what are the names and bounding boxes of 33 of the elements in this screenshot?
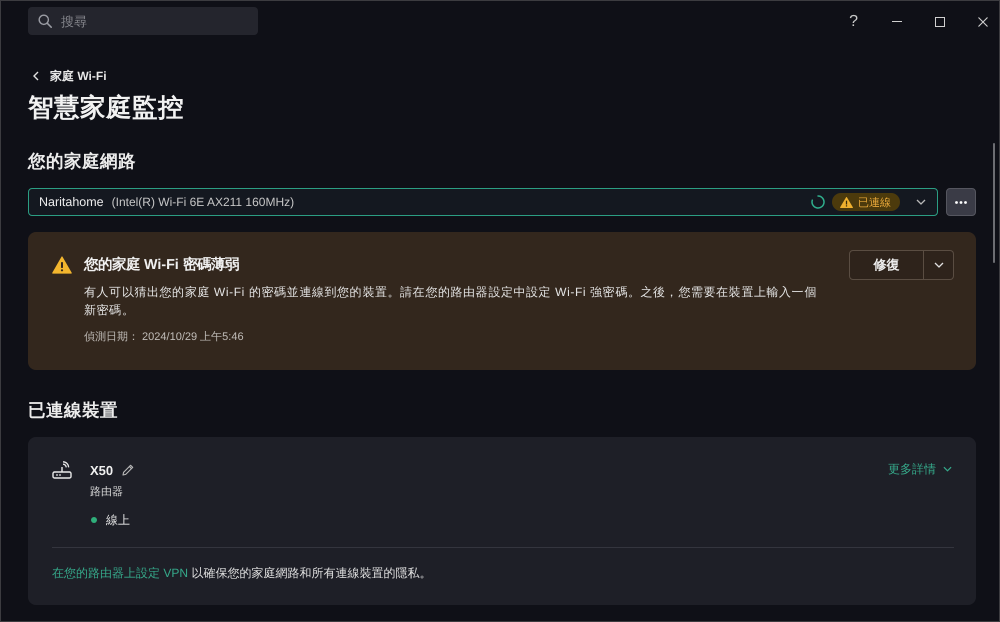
fix-options-button[interactable] (924, 250, 954, 280)
edit-pencil-icon[interactable] (122, 464, 134, 476)
device-name: X50 (90, 462, 114, 478)
caret-icon (943, 466, 952, 472)
fix-button[interactable]: 修復 (849, 250, 924, 280)
connection-status-badge: 已連線 (832, 193, 900, 211)
detection-date: 偵測日期： 2024/10/29 上午5:46 (84, 330, 245, 345)
close-icon[interactable] (978, 16, 988, 26)
caret-icon (916, 199, 926, 205)
breadcrumb-link[interactable]: 家庭 Wi-Fi (50, 68, 107, 84)
page-title: 智慧家庭監控 (28, 92, 185, 124)
alert-title: 您的家庭 Wi-Fi 密碼薄弱 (84, 256, 240, 274)
more-details-link[interactable]: 更多詳情 (888, 461, 954, 477)
back-chevron-icon[interactable] (33, 71, 39, 81)
alert-description: 有人可以猜出您的家庭 Wi-Fi 的密碼並連線到您的裝置。請在您的路由器設定中設定 Wi-Fi 強密碼。之後，您需要在裝置上輸入一個新密碼。 (84, 284, 818, 319)
device-status: 線上 (106, 512, 130, 528)
section-heading: 已連線裝置 (28, 399, 119, 421)
scrollbar-thumb[interactable] (993, 143, 995, 263)
help-button[interactable]: ? (845, 12, 862, 30)
device-type: 路由器 (90, 485, 124, 500)
network-dropdown[interactable]: Naritahome (Intel(R) Wi-Fi 6E AX211 160MHz) 已連線 (28, 188, 938, 216)
vpn-setup-link[interactable]: 在您的路由器上設定 VPN (52, 566, 188, 580)
vpn-notice: 在您的路由器上設定 VPN 以確保您的家庭網路和所有連線裝置的隱私。 (52, 565, 432, 582)
more-dots-icon (955, 200, 967, 204)
maximize-icon[interactable] (935, 16, 945, 26)
router-icon (52, 461, 72, 479)
search-icon (38, 14, 52, 28)
search-field[interactable]: 搜尋 (28, 7, 258, 35)
warning-icon (840, 196, 853, 208)
warning-icon (52, 256, 72, 274)
caret-icon (934, 262, 944, 268)
section-heading: 您的家庭網路 (28, 150, 137, 172)
more-options-button[interactable] (946, 188, 976, 216)
